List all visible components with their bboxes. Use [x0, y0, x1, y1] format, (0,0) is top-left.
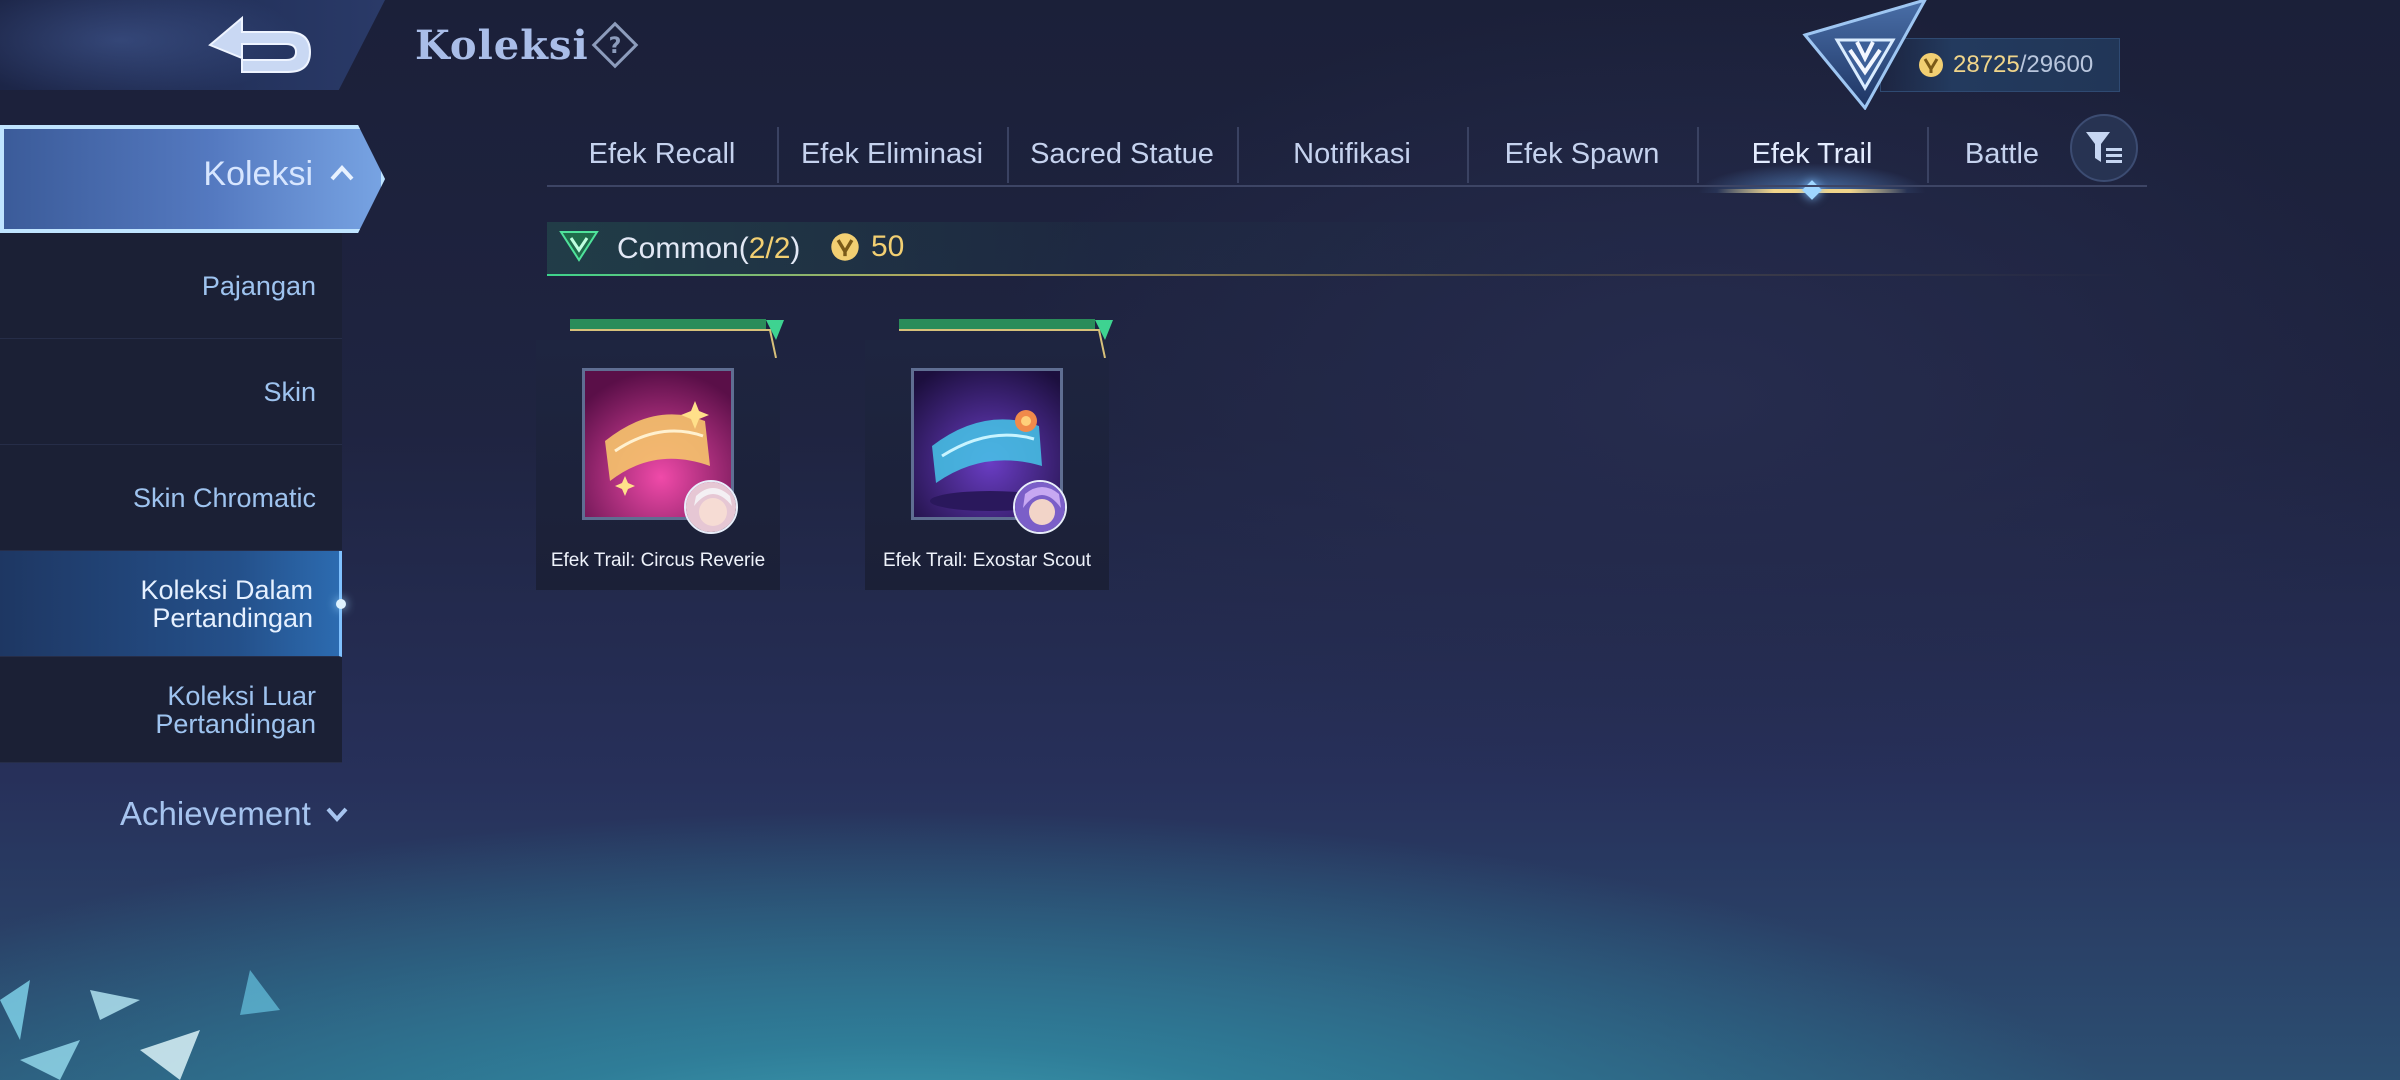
sidebar-item-pajangan[interactable]: Pajangan [0, 233, 342, 339]
rarity-label: Common(2/2) [617, 232, 801, 265]
achievement-label: Achievement [120, 795, 311, 832]
currency-value: 28725 [1953, 51, 2020, 78]
rarity-section-header: Common(2/2) 50 [547, 222, 2127, 276]
sidebar-item-skin-chromatic[interactable]: Skin Chromatic [0, 445, 342, 551]
hero-avatar [684, 480, 738, 534]
sidebar-item-koleksi-dalam-pertandingan[interactable]: Koleksi Dalam Pertandingan [0, 551, 346, 657]
back-arrow-icon [208, 15, 312, 73]
item-card-circus-reverie[interactable]: Efek Trail: Circus Reverie [530, 318, 786, 590]
chevron-up-icon [330, 165, 354, 181]
hero-avatar [1013, 480, 1067, 534]
currency-max: 29600 [2026, 51, 2094, 78]
tab-notifikasi[interactable]: Notifikasi [1237, 123, 1467, 185]
sidebar-item-skin[interactable]: Skin [0, 339, 342, 445]
card-ribbon [570, 319, 784, 358]
card-name: Efek Trail: Exostar Scout [882, 550, 1092, 571]
card-name: Efek Trail: Circus Reverie [550, 550, 766, 571]
decorative-shards [0, 970, 280, 1080]
sidebar-item-koleksi-luar-pertandingan[interactable]: Koleksi Luar Pertandingan [0, 657, 342, 763]
sidebar-koleksi-label: Koleksi [203, 155, 313, 193]
rarity-count: 2/2 [748, 232, 791, 265]
rarity-points: 50 [829, 230, 904, 264]
tab-efek-spawn[interactable]: Efek Spawn [1467, 123, 1697, 185]
sidebar-koleksi-tab[interactable]: Koleksi [0, 125, 385, 233]
card-ribbon [899, 319, 1113, 358]
page-title: Koleksi [415, 22, 589, 69]
help-icon[interactable]: ? [590, 20, 640, 70]
chevron-down-icon [326, 807, 348, 822]
filter-icon [2086, 132, 2122, 163]
filter-button[interactable] [2070, 114, 2138, 182]
back-button[interactable] [190, 10, 320, 80]
tabs-divider [547, 185, 2147, 187]
rank-emblem-icon[interactable] [1795, 0, 1935, 110]
common-rarity-icon [559, 231, 599, 262]
sidebar-achievement[interactable]: Achievement [120, 795, 349, 833]
tab-battle[interactable]: Battle [1927, 123, 2077, 185]
item-card-exostar-scout[interactable]: Efek Trail: Exostar Scout [859, 318, 1115, 590]
tab-efek-eliminasi[interactable]: Efek Eliminasi [777, 123, 1007, 185]
svg-text:?: ? [609, 34, 622, 59]
rarity-points-value: 50 [871, 230, 905, 263]
tab-sacred-statue[interactable]: Sacred Statue [1007, 123, 1237, 185]
category-tabs: Efek Recall Efek Eliminasi Sacred Statue… [547, 120, 2147, 200]
tab-efek-recall[interactable]: Efek Recall [547, 123, 777, 185]
coin-icon [831, 233, 859, 261]
tab-efek-trail[interactable]: Efek Trail [1697, 123, 1927, 200]
